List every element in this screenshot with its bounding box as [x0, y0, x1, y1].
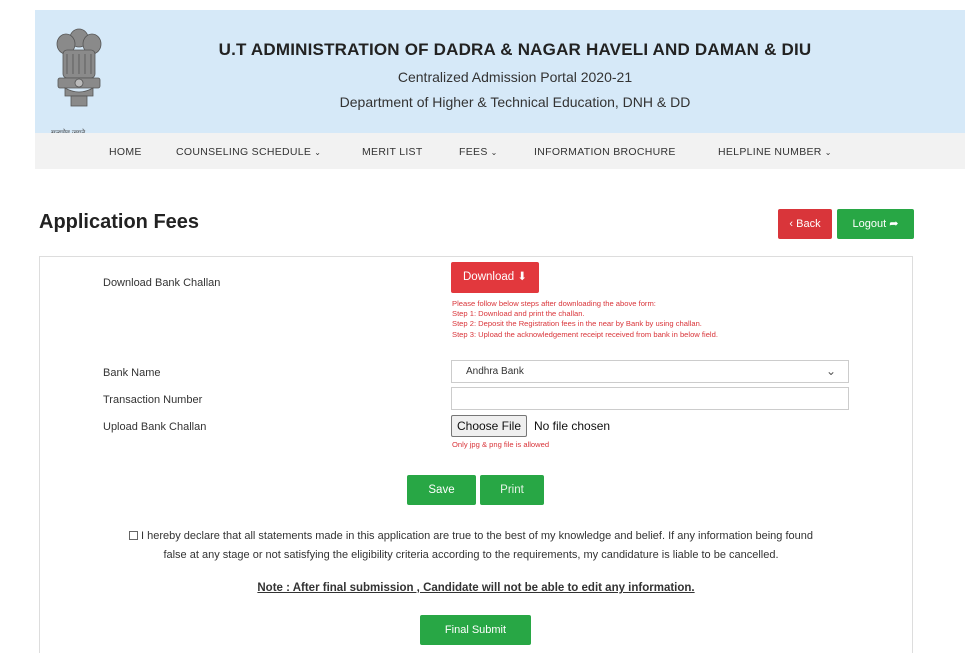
final-submit-button[interactable]: Final Submit — [420, 615, 531, 645]
chevron-down-icon: ⌄ — [825, 364, 836, 378]
nav-item-information-brochure[interactable]: INFORMATION BROCHURE — [534, 146, 676, 158]
declaration-checkbox[interactable] — [128, 531, 138, 540]
final-submission-note: Note : After final submission , Candidat… — [257, 582, 695, 594]
national-emblem-icon — [56, 28, 102, 107]
declaration-line: false at any stage or not satisfying the… — [163, 549, 779, 561]
download-challan-label: Download Bank Challan — [103, 277, 221, 289]
nav-item-fees[interactable]: FEES ⌄ — [459, 146, 498, 158]
print-button[interactable]: Print — [480, 475, 544, 505]
transaction-number-input[interactable] — [451, 387, 849, 410]
transaction-number-label: Transaction Number — [103, 394, 203, 406]
nav-label: INFORMATION BROCHURE — [534, 146, 676, 158]
back-button[interactable]: ‹ Back — [778, 209, 832, 239]
declaration-text: I hereby declare that all statements mad… — [51, 527, 891, 565]
nav-label: HOME — [109, 146, 142, 158]
instruction-line: Please follow below steps after download… — [452, 299, 656, 308]
download-button[interactable]: Download ⬇ — [451, 262, 539, 293]
save-button[interactable]: Save — [407, 475, 476, 505]
choose-file-button[interactable]: Choose File — [451, 415, 527, 437]
chevron-down-icon: ⌄ — [490, 148, 498, 157]
bank-name-value: Andhra Bank — [466, 366, 524, 377]
chevron-down-icon: ⌄ — [824, 148, 832, 157]
file-type-note: Only jpg & png file is allowed — [452, 440, 550, 449]
main-nav: HOME COUNSELING SCHEDULE ⌄ MERIT LIST FEE… — [35, 133, 965, 169]
logout-button[interactable]: Logout ➦ — [837, 209, 914, 239]
page-title: Application Fees — [39, 211, 200, 233]
instruction-line: Step 3: Upload the acknowledgement recei… — [452, 329, 718, 339]
site-title: U.T ADMINISTRATION OF DADRA & NAGAR HAVE… — [218, 40, 812, 59]
declaration-line: I hereby declare that all statements mad… — [140, 530, 813, 542]
instruction-line: Step 1: Download and print the challan. — [452, 309, 585, 319]
file-status: No file chosen — [534, 419, 611, 433]
portal-subtitle: Centralized Admission Portal 2020-21 — [397, 69, 633, 85]
nav-item-home[interactable]: HOME — [109, 146, 142, 158]
nav-label: HELPLINE NUMBER — [718, 146, 822, 158]
nav-label: MERIT LIST — [362, 146, 423, 158]
department-subtitle: Department of Higher & Technical Educati… — [339, 94, 691, 110]
chevron-down-icon: ⌄ — [314, 148, 322, 157]
nav-item-counseling-schedule[interactable]: COUNSELING SCHEDULE ⌄ — [176, 146, 321, 158]
nav-label: FEES — [459, 146, 488, 158]
bank-name-label: Bank Name — [103, 367, 161, 379]
nav-item-helpline-number[interactable]: HELPLINE NUMBER ⌄ — [718, 146, 832, 158]
bank-name-select[interactable]: Andhra Bank ⌄ — [451, 360, 849, 383]
upload-challan-label: Upload Bank Challan — [103, 421, 207, 433]
instruction-line: Step 2: Deposit the Registration fees in… — [452, 319, 702, 329]
nav-label: COUNSELING SCHEDULE — [176, 146, 312, 158]
site-header: सत्यमेव जयते U.T ADMINISTRATION OF DADRA… — [35, 10, 965, 137]
download-instructions: Please follow below steps after download… — [452, 299, 718, 340]
nav-item-merit-list[interactable]: MERIT LIST — [362, 146, 423, 158]
